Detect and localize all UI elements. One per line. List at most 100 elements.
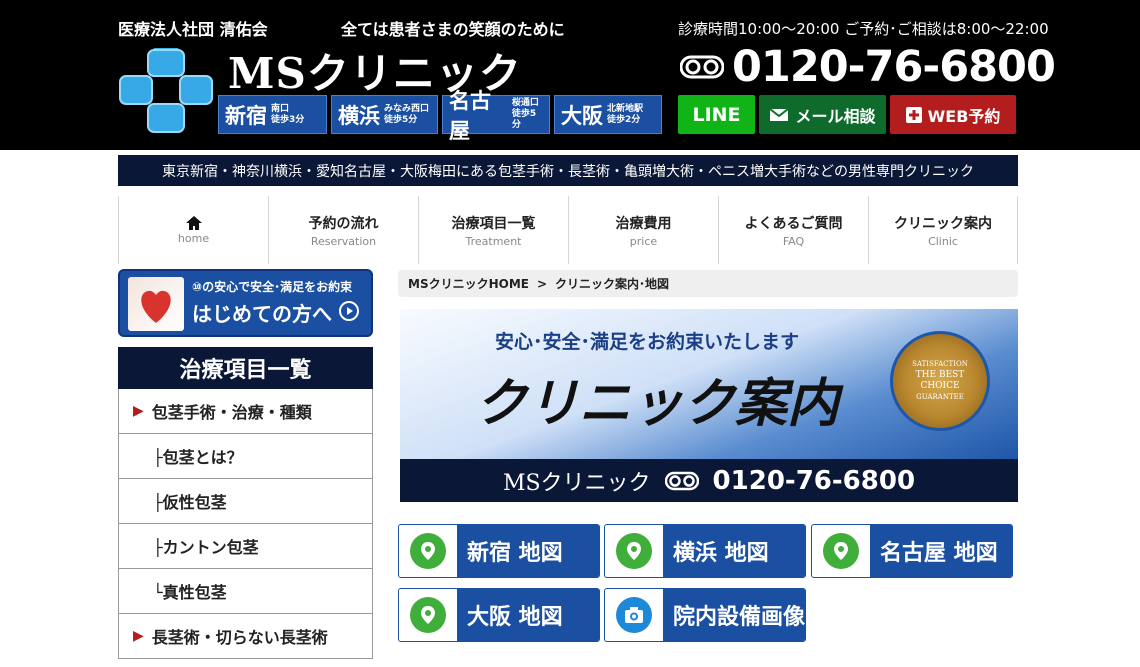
map-pin-icon: [410, 533, 446, 569]
sidebar-item-label: ├カントン包茎: [153, 538, 259, 557]
org-name: 医療法人社団 清佑会: [118, 20, 268, 39]
first-visit-title: はじめての方へ: [192, 302, 332, 326]
map-label: 名古屋 地図: [870, 525, 1012, 577]
hero-clinic-name: MSクリニック: [502, 470, 651, 496]
nav-home[interactable]: home: [118, 196, 268, 264]
line-label: LINE: [692, 103, 741, 126]
location-yokohama-button[interactable]: 横浜 みなみ西口 徒歩5分: [331, 95, 438, 134]
sidebar: ⑩の安心で安全･満足をお約束 はじめての方へ 治療項目一覧 ▶ 包茎手術・治療・種…: [118, 269, 373, 659]
location-name: 名古屋: [449, 88, 491, 143]
location-nagoya-button[interactable]: 名古屋 桜通口 徒歩5分: [442, 89, 550, 143]
first-visit-banner[interactable]: ⑩の安心で安全･満足をお約束 はじめての方へ: [118, 269, 373, 337]
location-access: 南口 徒歩3分: [271, 103, 305, 125]
header-tagline: 全ては患者さまの笑顔のために: [341, 20, 565, 39]
sidebar-item-lengthening[interactable]: ▶ 長茎術・切らない長茎術: [118, 614, 373, 659]
service-strip: 東京新宿・神奈川横浜・愛知名古屋・大阪梅田にある包茎手術・長茎術・亀頭増大術・ペ…: [118, 155, 1018, 186]
nav-en: Treatment: [465, 234, 522, 248]
nav-en: home: [177, 231, 210, 245]
mail-consult-button[interactable]: メール相談: [759, 95, 886, 134]
seal-text: SATISFACTION: [912, 360, 968, 368]
nav-jp: 治療費用: [615, 215, 672, 232]
business-hours: 診療時間10:00～20:00 ご予約･ご相談は8:00～22:00: [678, 20, 1049, 38]
map-label: 大阪 地図: [457, 589, 599, 641]
nav-clinic[interactable]: クリニック案内 Clinic: [868, 196, 1018, 264]
map-pin-icon: [823, 533, 859, 569]
map-pin-icon: [410, 597, 446, 633]
sidebar-item-label: ├包茎とは？: [153, 448, 243, 467]
breadcrumb-separator: >: [536, 276, 548, 291]
sidebar-item-phimosis[interactable]: ▶ 包茎手術・治療・種類: [118, 389, 373, 434]
hero-banner: 安心･安全･満足をお約束いたします クリニック案内 SATISFACTION T…: [400, 309, 1018, 502]
nav-en: FAQ: [782, 234, 805, 248]
map-pin-icon: [616, 533, 652, 569]
site-header: 医療法人社団 清佑会 全ては患者さまの笑顔のために MSクリニック 新宿 南口徒…: [0, 0, 1140, 150]
map-label: 新宿 地図: [457, 525, 599, 577]
sidebar-item-true[interactable]: └真性包茎: [118, 569, 373, 614]
sidebar-item-label: ├仮性包茎: [153, 493, 227, 512]
nav-en: Clinic: [928, 234, 958, 248]
sidebar-item-kanton[interactable]: ├カントン包茎: [118, 524, 373, 569]
map-yokohama-button[interactable]: 横浜 地図: [604, 524, 806, 578]
map-nagoya-button[interactable]: 名古屋 地図: [811, 524, 1013, 578]
web-reservation-button[interactable]: WEB予約: [890, 95, 1016, 134]
location-name: 新宿: [225, 103, 267, 128]
nav-en: price: [629, 234, 658, 248]
phone-number: 0120-76-6800: [732, 42, 1056, 92]
hero-footer: MSクリニック 0120-76-6800: [400, 459, 1018, 502]
home-icon: [185, 215, 202, 230]
plus-icon: [905, 106, 922, 123]
heart-photo: [128, 277, 184, 331]
arrow-right-circle-icon: [339, 301, 359, 321]
breadcrumb-home-link[interactable]: MSクリニックHOME: [408, 275, 529, 292]
map-osaka-button[interactable]: 大阪 地図: [398, 588, 600, 642]
triangle-right-icon: ▶: [133, 628, 144, 644]
nav-faq[interactable]: よくあるご質問 FAQ: [718, 196, 868, 264]
sidebar-item-what-is[interactable]: ├包茎とは？: [118, 434, 373, 479]
location-access: みなみ西口 徒歩5分: [384, 103, 430, 125]
location-access: 北新地駅 徒歩2分: [607, 103, 644, 125]
nav-jp: 治療項目一覧: [451, 215, 536, 232]
camera-icon: [616, 597, 652, 633]
sidebar-item-label: └真性包茎: [153, 583, 227, 602]
heart-icon: [141, 290, 171, 323]
phone-number-link[interactable]: 0120-76-6800: [680, 42, 1056, 92]
hero-tagline: 安心･安全･満足をお約束いたします: [495, 331, 800, 353]
location-buttons: 新宿 南口 徒歩3分 横浜 みなみ西口 徒歩5分 名古屋 桜通口 徒歩5分 大阪 北新…: [218, 89, 662, 143]
breadcrumb: MSクリニックHOME > クリニック案内･地図: [398, 270, 1018, 297]
location-name: 横浜: [338, 103, 380, 128]
triangle-right-icon: ▶: [133, 403, 144, 419]
free-dial-icon: [680, 55, 724, 79]
seal-text: GUARANTEE: [916, 393, 964, 401]
nav-price[interactable]: 治療費用 price: [568, 196, 718, 264]
hero-phone: 0120-76-6800: [712, 465, 916, 496]
global-nav: home 予約の流れ Reservation 治療項目一覧 Treatment …: [118, 196, 1018, 264]
nav-treatment[interactable]: 治療項目一覧 Treatment: [418, 196, 568, 264]
map-shinjuku-button[interactable]: 新宿 地図: [398, 524, 600, 578]
cta-buttons: LINE メール相談 WEB予約: [678, 95, 1016, 134]
location-name: 大阪: [561, 103, 603, 128]
nav-jp: クリニック案内: [894, 215, 992, 232]
best-choice-seal-icon: SATISFACTION THE BEST CHOICE GUARANTEE: [890, 331, 990, 431]
nav-reservation[interactable]: 予約の流れ Reservation: [268, 196, 418, 264]
seal-text: THE BEST: [915, 370, 965, 380]
sidebar-item-label: 長茎術・切らない長茎術: [151, 628, 328, 647]
nav-en: Reservation: [310, 234, 377, 248]
nav-jp: よくあるご質問: [744, 215, 843, 232]
web-label: WEB予約: [927, 106, 1001, 126]
location-access: 桜通口 徒歩5分: [511, 98, 539, 130]
first-visit-subtitle: ⑩の安心で安全･満足をお約束: [192, 280, 353, 294]
nav-jp: 予約の流れ: [308, 215, 379, 232]
clinic-logo-icon[interactable]: [118, 46, 214, 136]
facility-photos-button[interactable]: 院内設備画像: [604, 588, 806, 642]
free-dial-icon: [664, 471, 699, 490]
location-osaka-button[interactable]: 大阪 北新地駅 徒歩2分: [554, 95, 662, 134]
mail-label: メール相談: [795, 106, 876, 126]
location-shinjuku-button[interactable]: 新宿 南口 徒歩3分: [218, 95, 327, 134]
hero-background: 安心･安全･満足をお約束いたします クリニック案内 SATISFACTION T…: [400, 309, 1018, 459]
line-button[interactable]: LINE: [678, 95, 755, 134]
hero-title: クリニック案内: [475, 373, 840, 434]
envelope-icon: [769, 107, 790, 121]
breadcrumb-current: クリニック案内･地図: [555, 277, 670, 291]
sidebar-item-pseudo[interactable]: ├仮性包茎: [118, 479, 373, 524]
seal-text: CHOICE: [920, 381, 960, 391]
